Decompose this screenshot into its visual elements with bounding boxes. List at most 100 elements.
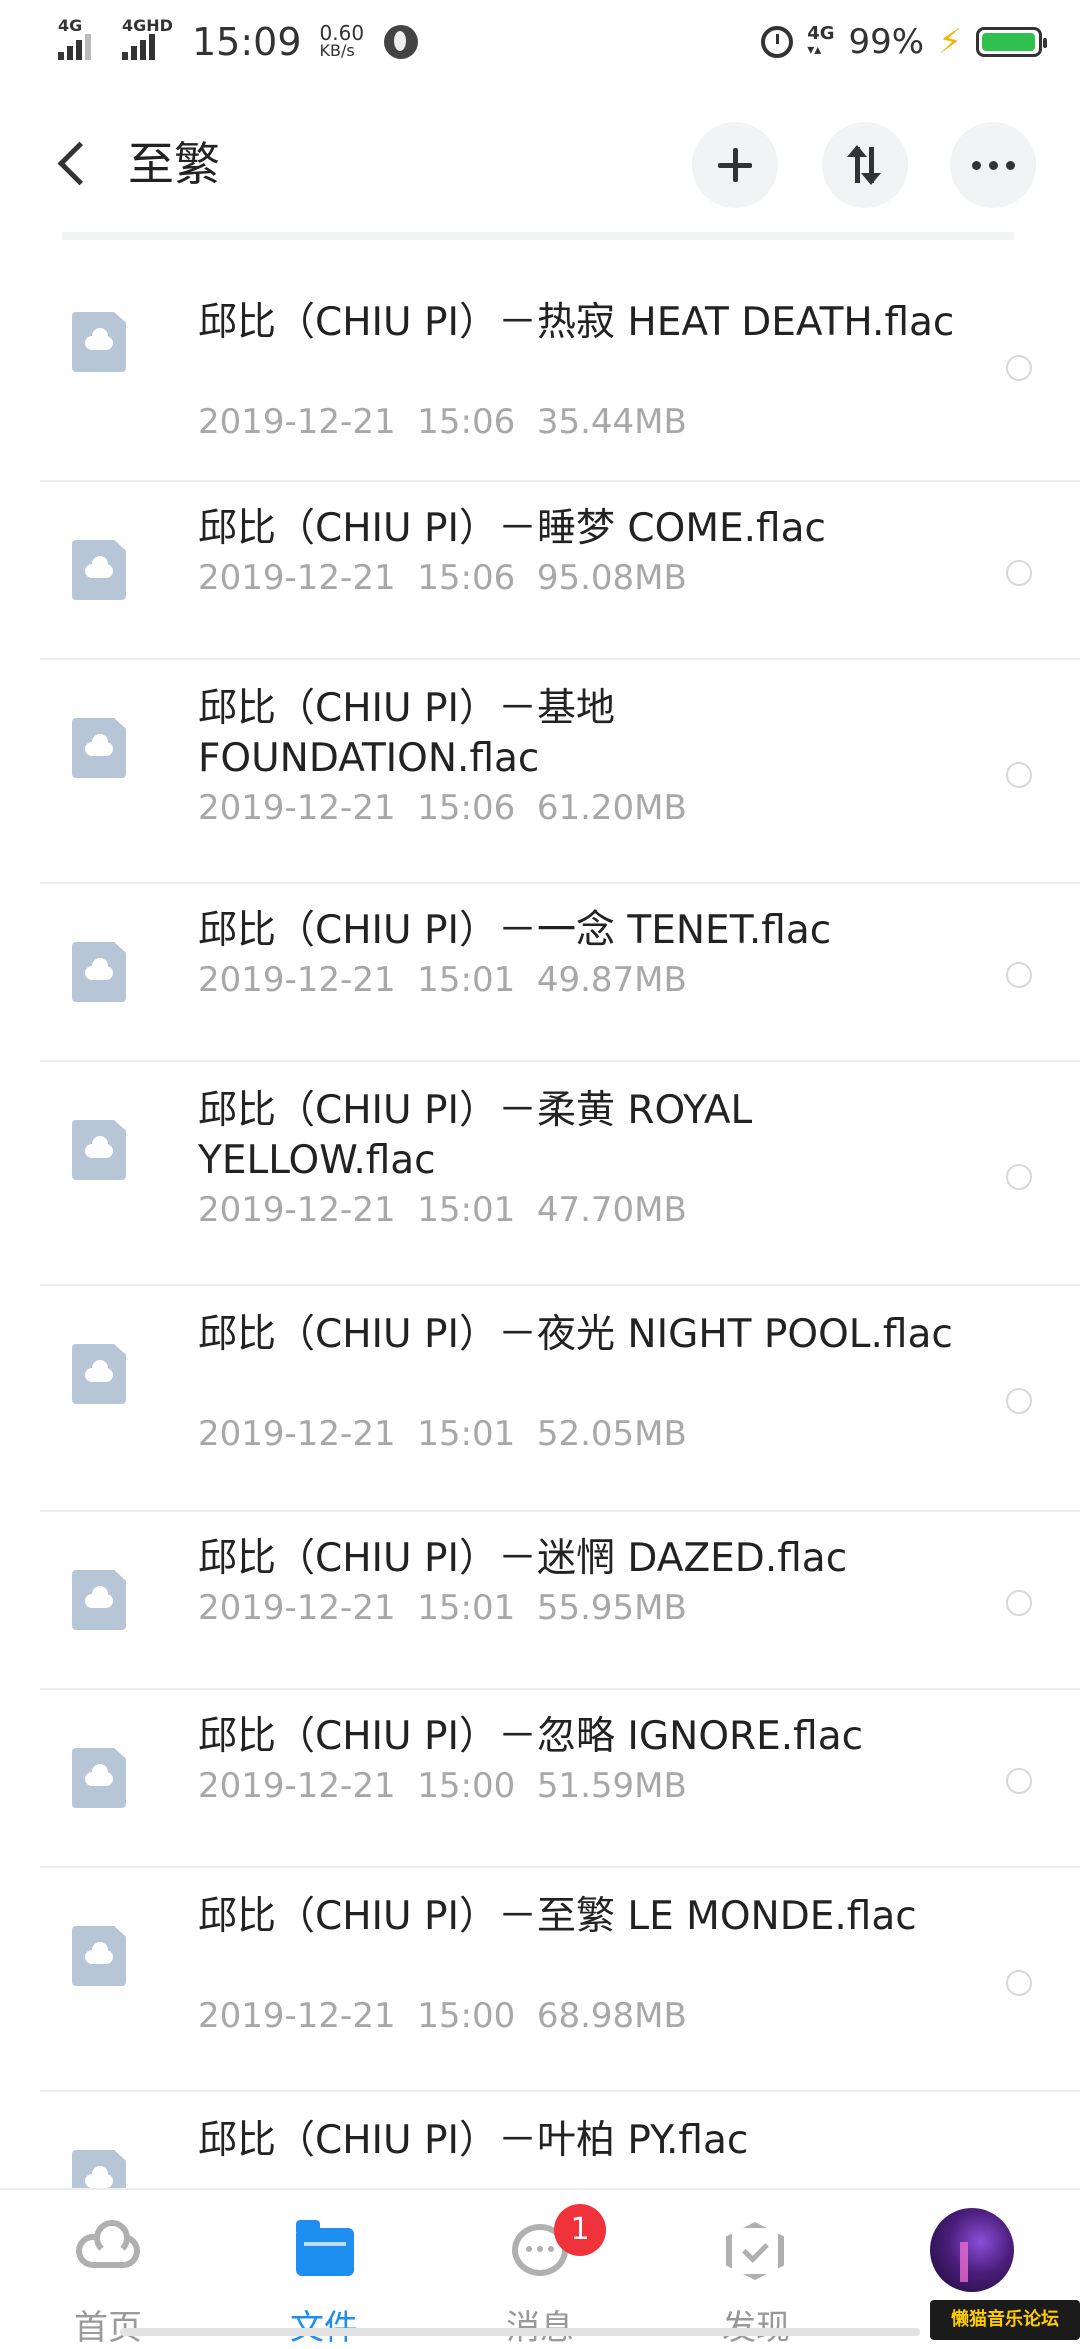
select-radio[interactable] (1006, 1768, 1032, 1794)
file-row[interactable]: 邱比（CHIU PI）－忽略 IGNORE.flac 2019-12-21 15… (0, 1690, 1080, 1868)
signal-icon: 4G (58, 18, 108, 66)
file-row[interactable]: 邱比（CHIU PI）－睡梦 COME.flac 2019-12-21 15:0… (0, 482, 1080, 660)
file-name: 邱比（CHIU PI）－叶柏 PY.flac (198, 2118, 749, 2163)
file-time: 15:01 (417, 1414, 516, 1454)
cloud-file-icon (72, 1120, 126, 1180)
nav-files-label: 文件 (254, 2300, 394, 2349)
file-size: 51.59MB (536, 1766, 687, 1806)
nav-messages-label: 消息 (470, 2300, 610, 2349)
file-row[interactable]: 邱比（CHIU PI）－至繁 LE MONDE.flac 2019-12-21 … (0, 1868, 1080, 2092)
back-button[interactable] (48, 134, 94, 194)
cloud-file-icon (72, 1926, 126, 1986)
signal-1-label: 4G (58, 16, 83, 35)
cloud-file-icon (72, 1344, 126, 1404)
charging-bolt-icon: ⚡ (938, 22, 962, 62)
file-date: 2019-12-21 (198, 1414, 396, 1454)
file-name: 邱比（CHIU PI）－基地 FOUNDATION.flac (198, 686, 616, 781)
file-meta: 2019-12-21 15:06 61.20MB (198, 786, 687, 830)
file-time: 15:06 (417, 402, 516, 442)
file-size: 52.05MB (536, 1414, 687, 1454)
file-time: 15:00 (417, 1766, 516, 1806)
file-meta: 2019-12-21 15:06 35.44MB (198, 400, 687, 444)
avatar[interactable] (930, 2208, 1014, 2292)
file-list: 邱比（CHIU PI）－热寂 HEAT DEATH.flac 2019-12-2… (0, 244, 1080, 2232)
file-date: 2019-12-21 (198, 788, 396, 828)
select-radio[interactable] (1006, 1388, 1032, 1414)
file-row[interactable]: 邱比（CHIU PI）－基地 FOUNDATION.flac 2019-12-2… (0, 660, 1080, 884)
file-meta: 2019-12-21 15:01 47.70MB (198, 1188, 687, 1232)
header-divider (62, 232, 1014, 240)
status-bar-left: 4G 4GHD 15:09 0.60 KB/s (58, 16, 419, 68)
nav-files[interactable]: 文件 (254, 2210, 394, 2348)
select-radio[interactable] (1006, 1970, 1032, 1996)
file-size: 95.08MB (536, 558, 687, 598)
cloud-file-icon (72, 312, 126, 372)
nav-discover[interactable]: 发现 (686, 2210, 826, 2348)
title-bar: 至繁 (0, 84, 1080, 244)
file-row[interactable]: 邱比（CHIU PI）－热寂 HEAT DEATH.flac 2019-12-2… (0, 244, 1080, 482)
select-radio[interactable] (1006, 560, 1032, 586)
file-name: 邱比（CHIU PI）－至繁 LE MONDE.flac (198, 1894, 917, 1939)
nav-messages[interactable]: 1 消息 (470, 2204, 610, 2348)
signal-2-label: 4GHD (122, 16, 173, 35)
file-size: 35.44MB (536, 402, 687, 442)
file-meta: 2019-12-21 15:00 51.59MB (198, 1764, 687, 1808)
sort-button[interactable] (822, 122, 908, 208)
file-row[interactable]: 邱比（CHIU PI）－夜光 NIGHT POOL.flac 2019-12-2… (0, 1286, 1080, 1512)
cloud-file-icon (72, 540, 126, 600)
network-4g-icon: 4G ▾▴ (807, 23, 835, 59)
file-name: 邱比（CHIU PI）－迷惘 DAZED.flac (198, 1536, 848, 1581)
watermark: 懒猫音乐论坛 (930, 2300, 1080, 2340)
file-time: 15:01 (417, 1588, 516, 1628)
select-radio[interactable] (1006, 762, 1032, 788)
file-meta: 2019-12-21 15:06 95.08MB (198, 556, 687, 600)
file-name: 邱比（CHIU PI）－一念 TENET.flac (198, 908, 832, 953)
select-radio[interactable] (1006, 1164, 1032, 1190)
cloud-file-icon (72, 942, 126, 1002)
select-radio[interactable] (1006, 1590, 1032, 1616)
globe-icon (384, 25, 419, 59)
more-button[interactable] (950, 122, 1036, 208)
page-title: 至繁 (128, 137, 220, 191)
clock: 15:09 (192, 20, 302, 64)
net-speed-unit: KB/s (319, 41, 355, 60)
file-time: 15:06 (417, 788, 516, 828)
file-time: 15:01 (417, 1190, 516, 1230)
cloud-file-icon (72, 718, 126, 778)
discover-icon (726, 2222, 784, 2280)
file-row[interactable]: 邱比（CHIU PI）－柔黄 ROYAL YELLOW.flac 2019-12… (0, 1062, 1080, 1286)
file-row[interactable]: 邱比（CHIU PI）－一念 TENET.flac 2019-12-21 15:… (0, 884, 1080, 1062)
sort-icon (847, 145, 883, 185)
file-size: 68.98MB (536, 1996, 687, 2036)
battery-icon (976, 27, 1047, 57)
file-date: 2019-12-21 (198, 402, 396, 442)
file-row[interactable]: 邱比（CHIU PI）－迷惘 DAZED.flac 2019-12-21 15:… (0, 1512, 1080, 1690)
status-bar-right: 4G ▾▴ 99% ⚡ (761, 18, 1047, 66)
net-speed: 0.60 KB/s (319, 23, 365, 60)
file-name: 邱比（CHIU PI）－热寂 HEAT DEATH.flac (198, 300, 955, 345)
select-radio[interactable] (1006, 962, 1032, 988)
file-size: 61.20MB (536, 788, 687, 828)
file-name: 邱比（CHIU PI）－夜光 NIGHT POOL.flac (198, 1312, 953, 1357)
file-date: 2019-12-21 (198, 1996, 396, 2036)
bottom-nav: 首页 文件 1 消息 发现 (0, 2188, 1080, 2348)
status-bar: 4G 4GHD 15:09 0.60 KB/s 4G ▾▴ 99% ⚡ (0, 0, 1080, 84)
signal-hd-icon: 4GHD (122, 18, 178, 66)
file-meta: 2019-12-21 15:01 55.95MB (198, 1586, 687, 1630)
plus-icon (718, 148, 752, 182)
file-time: 15:00 (417, 1996, 516, 2036)
select-radio[interactable] (1006, 355, 1032, 381)
battery-percent: 99% (848, 22, 925, 62)
cloud-file-icon (72, 1748, 126, 1808)
add-button[interactable] (692, 122, 778, 208)
battery-fill (982, 33, 1035, 51)
unread-badge: 1 (554, 2204, 606, 2256)
home-indicator (120, 2328, 920, 2336)
nav-home[interactable]: 首页 (38, 2210, 178, 2348)
file-date: 2019-12-21 (198, 1190, 396, 1230)
cloud-file-icon (72, 1570, 126, 1630)
cloud-icon (76, 2220, 140, 2268)
file-meta: 2019-12-21 15:00 68.98MB (198, 1994, 687, 2038)
file-date: 2019-12-21 (198, 960, 396, 1000)
file-date: 2019-12-21 (198, 1766, 396, 1806)
